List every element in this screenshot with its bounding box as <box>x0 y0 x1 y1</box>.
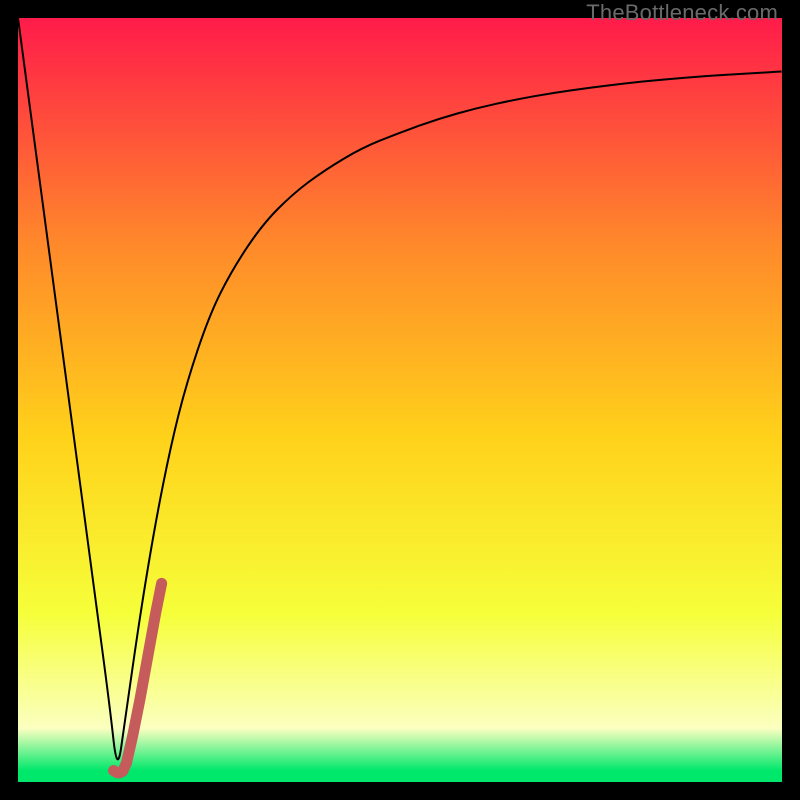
watermark-text: TheBottleneck.com <box>586 0 778 26</box>
chart-frame <box>18 18 782 782</box>
bottleneck-gradient-plot <box>18 18 782 782</box>
